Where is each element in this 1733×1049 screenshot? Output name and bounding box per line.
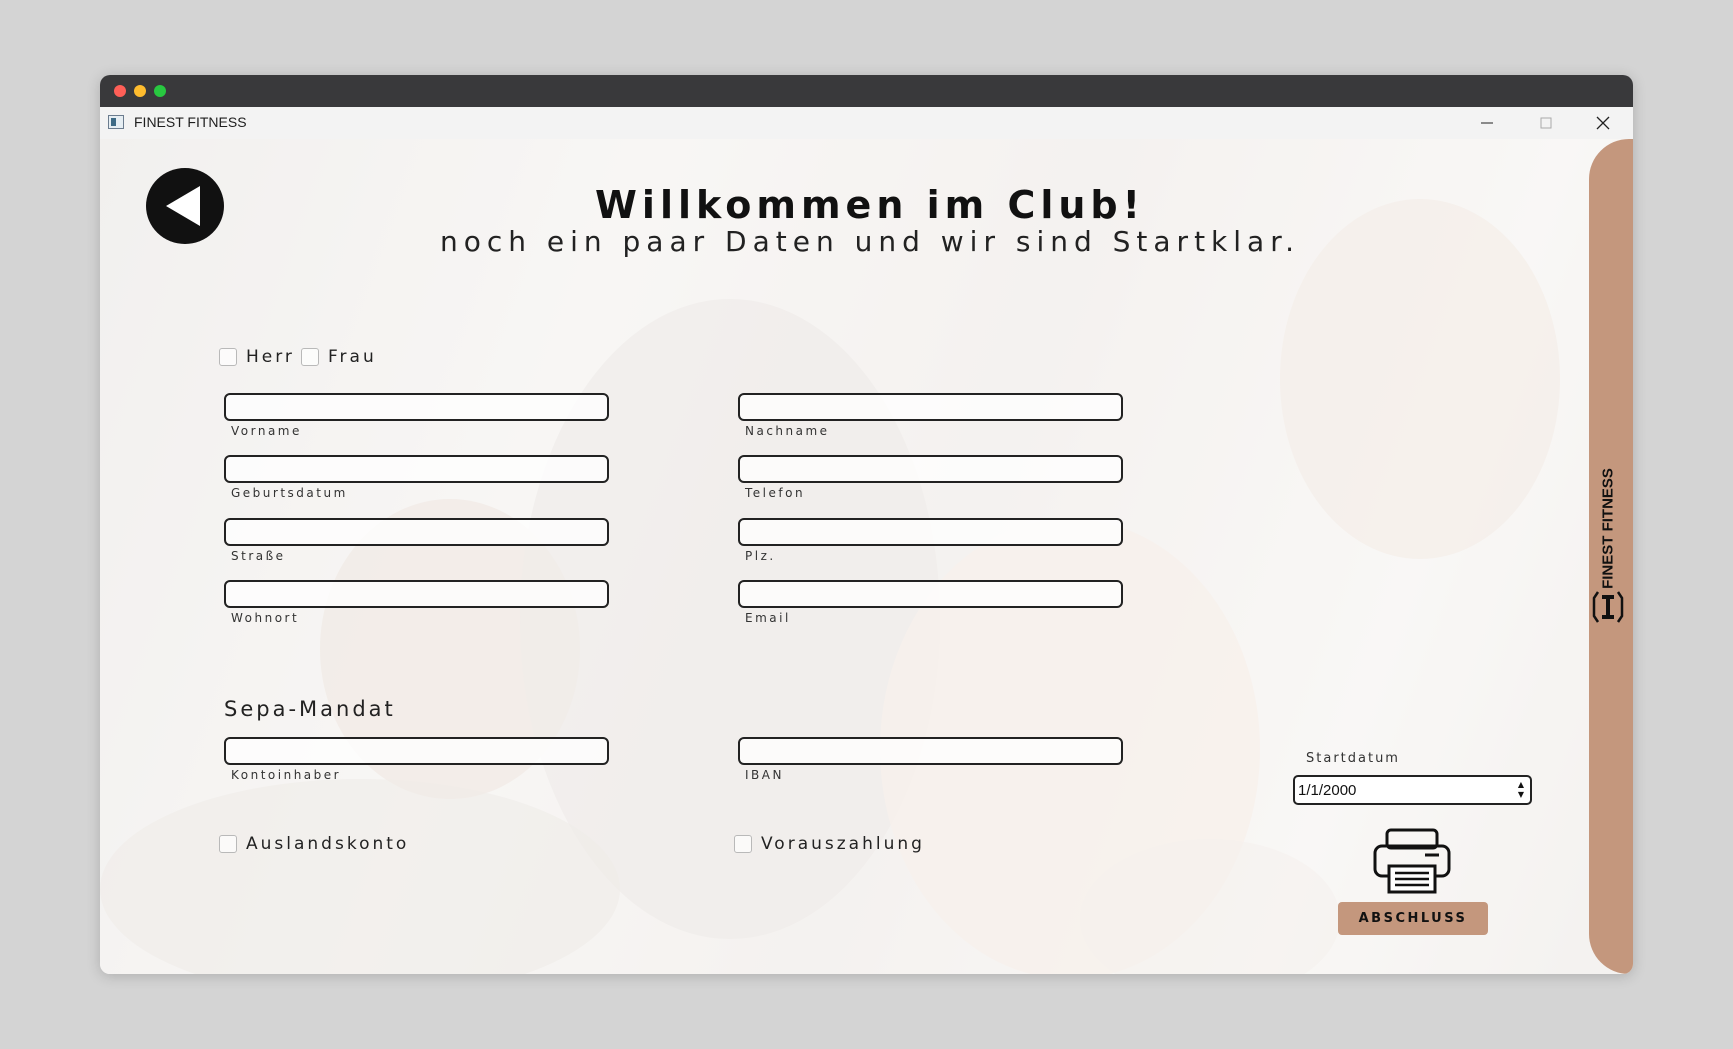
app-window: FINEST FITNESS Willkommen im Club! noch … — [100, 75, 1633, 974]
checkbox-box[interactable] — [301, 348, 319, 366]
wohnort-label: Wohnort — [231, 611, 300, 625]
email-label: Email — [745, 611, 791, 625]
window-titlebar: FINEST FITNESS — [100, 107, 1633, 139]
checkbox-box[interactable] — [219, 348, 237, 366]
page-subtitle: noch ein paar Daten und wir sind Startkl… — [439, 225, 1301, 258]
plz-field[interactable] — [738, 518, 1123, 546]
nachname-field[interactable] — [738, 393, 1123, 421]
strasse-field[interactable] — [224, 518, 609, 546]
spin-down-icon[interactable]: ▼ — [1518, 790, 1524, 800]
maximize-button[interactable] — [1518, 107, 1574, 139]
app-icon — [108, 115, 124, 129]
spin-up-icon[interactable]: ▲ — [1518, 780, 1524, 790]
close-dot-button[interactable] — [114, 85, 126, 97]
minimize-dot-button[interactable] — [134, 85, 146, 97]
minimize-button[interactable] — [1459, 107, 1515, 139]
kontoinhaber-field[interactable] — [224, 737, 609, 765]
zoom-dot-button[interactable] — [154, 85, 166, 97]
checkbox-frau[interactable]: Frau — [301, 347, 377, 367]
nachname-label: Nachname — [745, 424, 830, 438]
mac-title-bar — [100, 75, 1633, 107]
abschluss-button[interactable]: ABSCHLUSS — [1338, 902, 1488, 935]
checkbox-box[interactable] — [734, 835, 752, 853]
close-icon — [1596, 116, 1610, 130]
email-field[interactable] — [738, 580, 1123, 608]
page-title: Willkommen im Club! — [595, 183, 1145, 227]
iban-field[interactable] — [738, 737, 1123, 765]
date-spinner[interactable]: ▲ ▼ — [1512, 778, 1530, 802]
checkbox-herr-label: Herr — [246, 347, 295, 367]
startdatum-value[interactable]: 1/1/2000 — [1295, 782, 1512, 799]
side-brand-text: FINEST FITNESS — [1599, 468, 1617, 589]
checkbox-auslandskonto[interactable]: Auslandskonto — [219, 834, 409, 854]
window-title: FINEST FITNESS — [134, 114, 247, 130]
checkbox-vorauszahlung[interactable]: Vorauszahlung — [734, 834, 925, 854]
checkbox-herr[interactable]: Herr — [219, 347, 295, 367]
startdatum-label: Startdatum — [1306, 751, 1400, 766]
minimize-icon — [1481, 122, 1493, 124]
vorname-field[interactable] — [224, 393, 609, 421]
registration-form-view: Willkommen im Club! noch ein paar Daten … — [100, 139, 1633, 974]
checkbox-frau-label: Frau — [328, 347, 377, 367]
auslandskonto-label: Auslandskonto — [246, 834, 410, 854]
sepa-heading: Sepa-Mandat — [224, 697, 396, 721]
vorname-label: Vorname — [231, 424, 302, 438]
geburtsdatum-label: Geburtsdatum — [231, 486, 348, 500]
kontoinhaber-label: Kontoinhaber — [231, 768, 342, 782]
close-button[interactable] — [1575, 107, 1631, 139]
geburtsdatum-field[interactable] — [224, 455, 609, 483]
wohnort-field[interactable] — [224, 580, 609, 608]
strasse-label: Straße — [231, 549, 286, 563]
telefon-field[interactable] — [738, 455, 1123, 483]
iban-label: IBAN — [745, 768, 784, 782]
maximize-icon — [1540, 117, 1552, 129]
telefon-label: Telefon — [745, 486, 806, 500]
dumbbell-logo-icon — [1592, 591, 1624, 623]
checkbox-box[interactable] — [219, 835, 237, 853]
startdatum-picker[interactable]: 1/1/2000 ▲ ▼ — [1293, 775, 1532, 805]
plz-label: Plz. — [745, 549, 776, 563]
printer-icon[interactable] — [1373, 828, 1451, 894]
vorauszahlung-label: Vorauszahlung — [761, 834, 925, 854]
